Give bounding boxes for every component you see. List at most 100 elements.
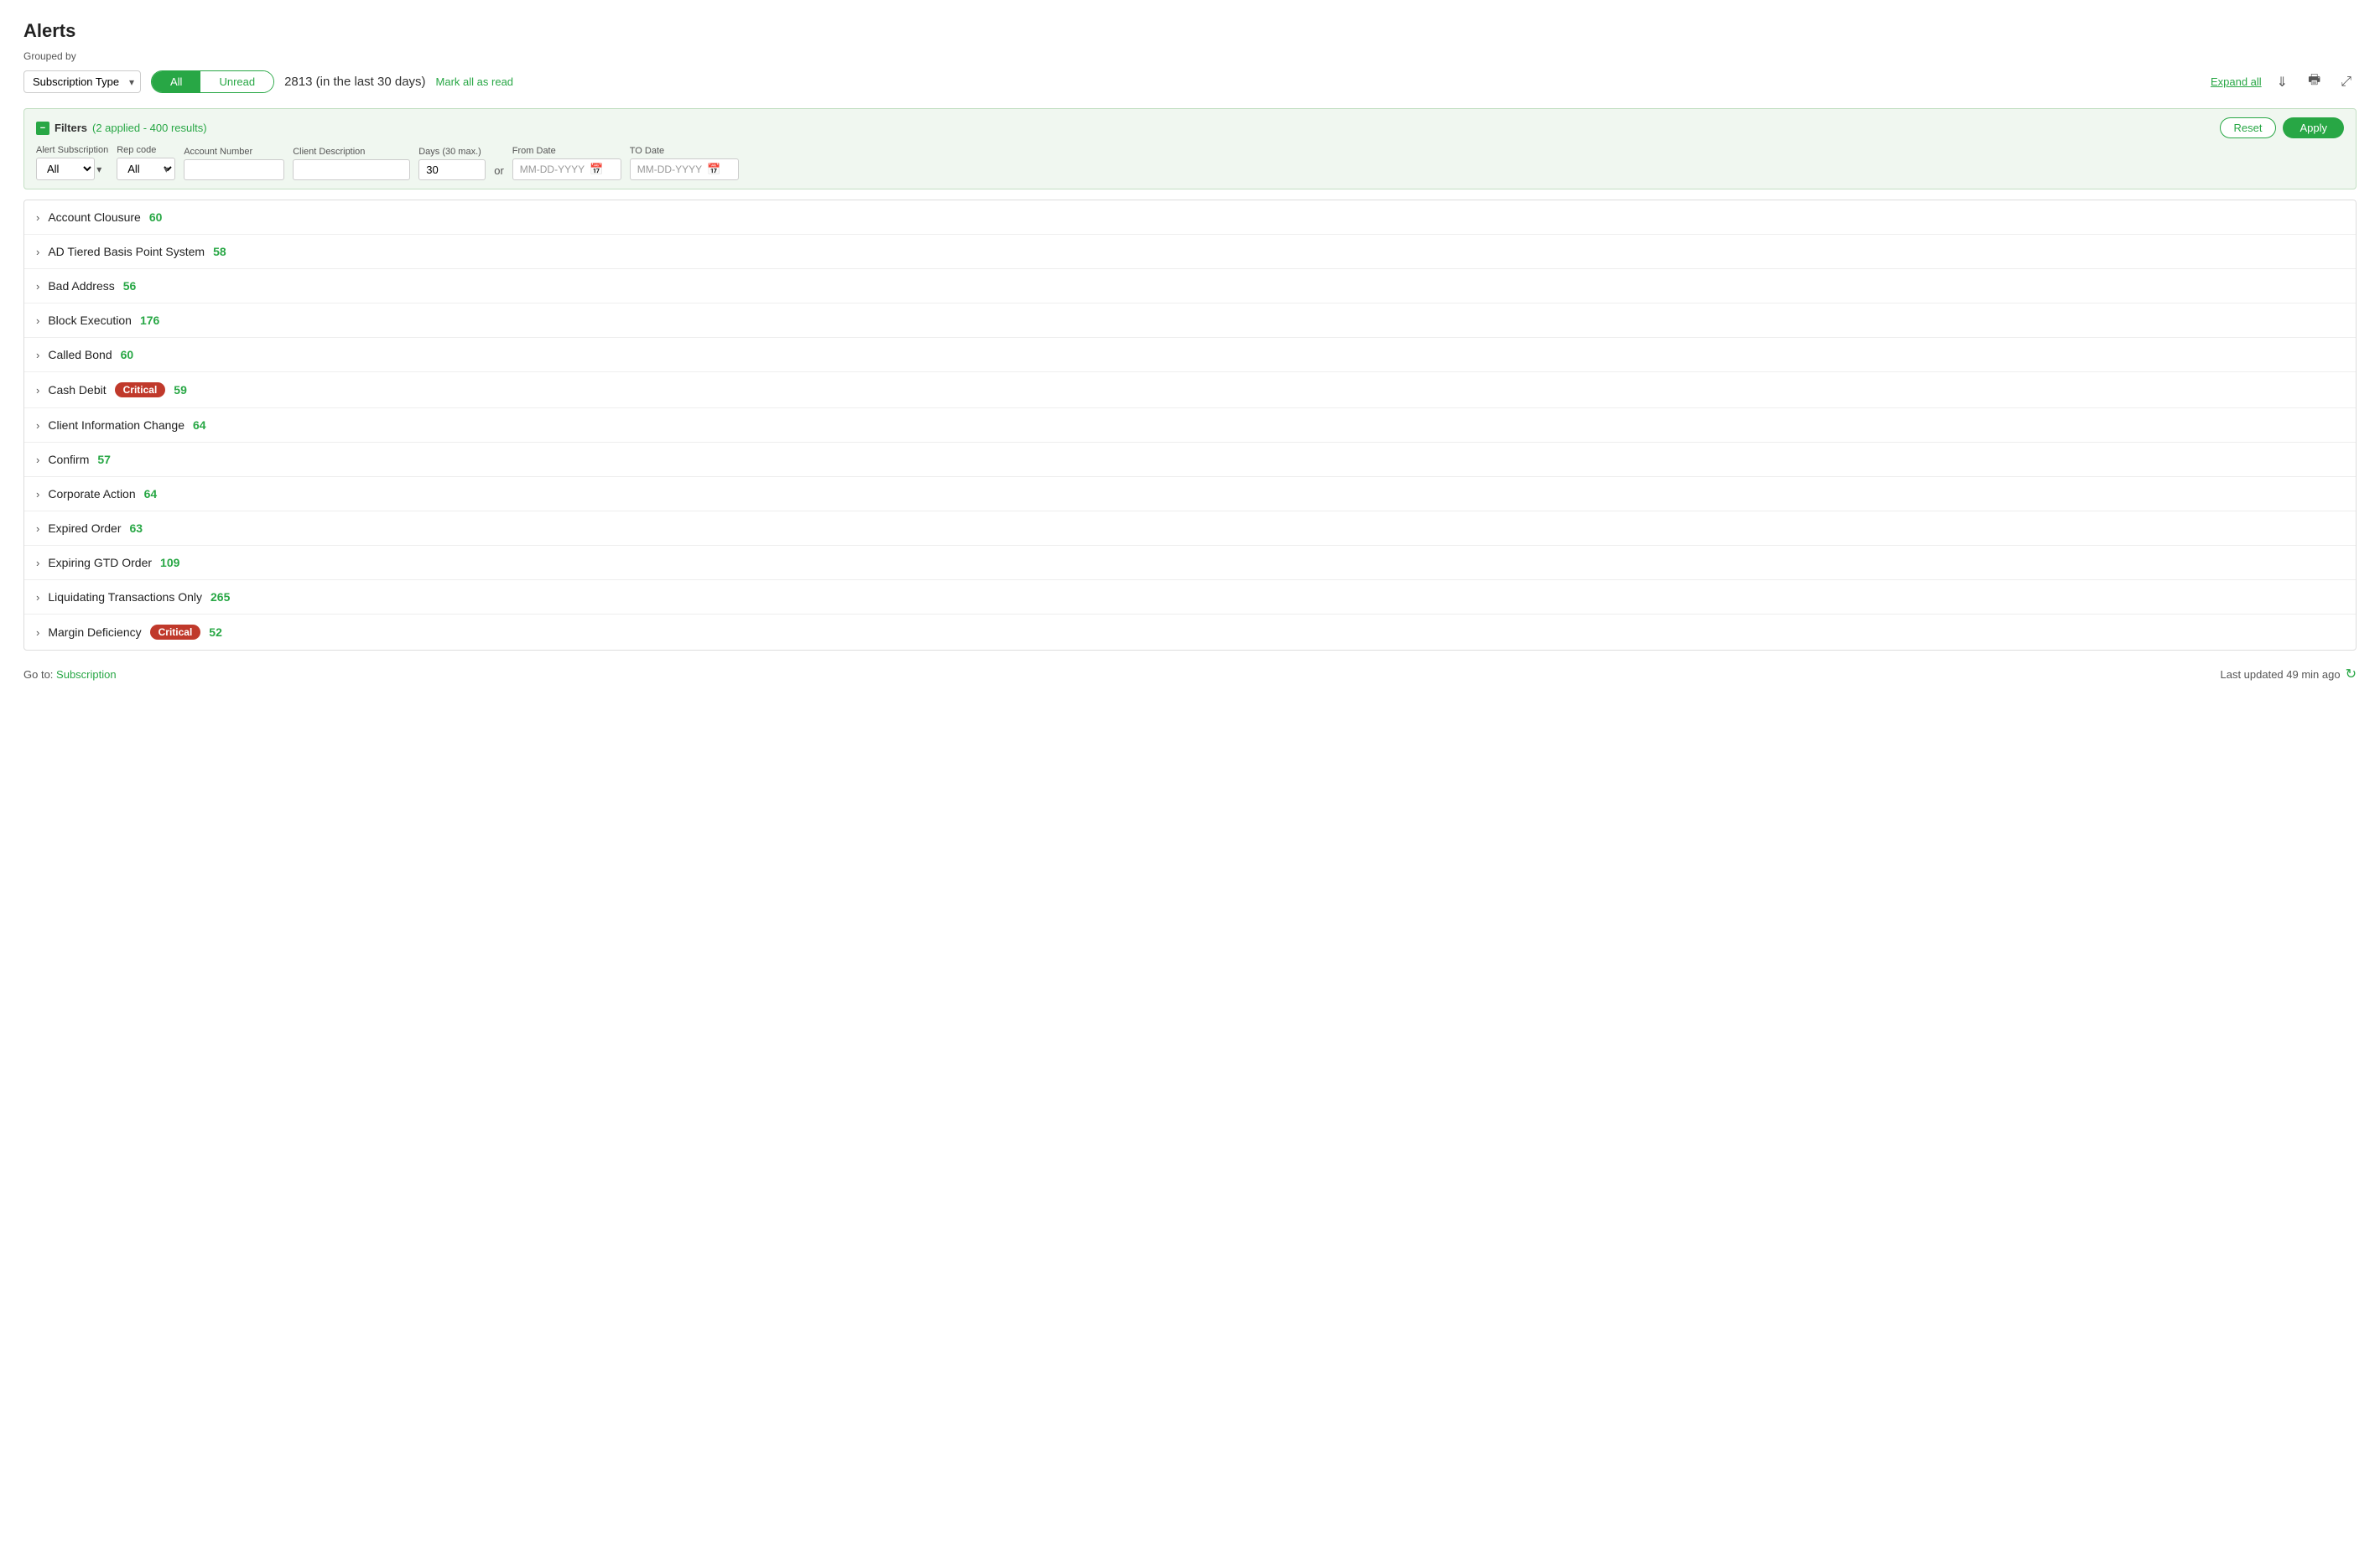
alert-row[interactable]: ›Liquidating Transactions Only265	[24, 580, 2356, 615]
chevron-right-icon: ›	[36, 591, 39, 604]
top-bar: Subscription Type All Unread 2813 (in th…	[23, 67, 2357, 96]
filter-actions: Reset Apply	[2220, 117, 2345, 138]
alert-row[interactable]: › Margin Deficiency Critical 52	[24, 615, 2356, 650]
download-button[interactable]: ⇓	[2272, 70, 2293, 94]
client-description-input[interactable]	[293, 159, 410, 180]
alert-row[interactable]: ›AD Tiered Basis Point System58	[24, 235, 2356, 269]
grouped-by-label: Grouped by	[23, 50, 2357, 62]
subscription-type-select[interactable]: Subscription Type	[23, 70, 141, 93]
account-number-input[interactable]	[184, 159, 284, 180]
reset-button[interactable]: Reset	[2220, 117, 2277, 138]
chevron-right-icon: ›	[36, 626, 39, 639]
days-field: Days (30 max.)	[418, 147, 486, 180]
filters-text: Filters	[55, 122, 87, 134]
alert-row[interactable]: › Account Clousure 60	[24, 200, 2356, 235]
rep-code-field: Rep code All	[117, 145, 175, 180]
count-suffix: (in the last 30 days)	[312, 75, 425, 89]
alert-row[interactable]: ›Client Information Change64	[24, 408, 2356, 443]
subscription-type-select-wrap: Subscription Type	[23, 70, 141, 93]
filters-bar: − Filters (2 applied - 400 results) Rese…	[23, 108, 2357, 189]
footer: Go to: Subscription Last updated 49 min …	[23, 666, 2357, 682]
alert-row[interactable]: ›Block Execution176	[24, 303, 2356, 338]
subscription-link[interactable]: Subscription	[56, 668, 117, 681]
alert-name: Account Clousure	[48, 210, 141, 224]
account-number-field: Account Number	[184, 147, 284, 180]
last-updated-text: Last updated 49 min ago	[2220, 668, 2340, 681]
critical-badge: Critical	[115, 382, 166, 397]
chevron-right-icon: ›	[36, 280, 39, 293]
alert-subscription-select-wrap: All	[36, 158, 108, 180]
from-date-label: From Date	[512, 146, 621, 156]
alert-row[interactable]: ›Cash DebitCritical59	[24, 372, 2356, 408]
alert-row[interactable]: ›Bad Address56	[24, 269, 2356, 303]
alert-row[interactable]: ›Expiring GTD Order109	[24, 546, 2356, 580]
to-date-input[interactable]: MM-DD-YYYY 📅	[630, 158, 739, 180]
alert-count-number: 56	[123, 279, 137, 293]
alert-row[interactable]: ›Confirm57	[24, 443, 2356, 477]
unread-toggle-btn[interactable]: Unread	[200, 71, 273, 92]
chevron-right-icon: ›	[36, 488, 39, 501]
alert-name: Liquidating Transactions Only	[48, 590, 202, 604]
to-date-label: TO Date	[630, 146, 739, 156]
alert-subscription-label: Alert Subscription	[36, 145, 108, 155]
alert-name: Corporate Action	[48, 487, 135, 501]
filter-fields: Alert Subscription All Rep code All Acco…	[36, 145, 2344, 180]
alert-count-number: 52	[209, 625, 222, 639]
chevron-right-icon: ›	[36, 384, 39, 397]
all-toggle-btn[interactable]: All	[152, 71, 200, 92]
days-input[interactable]	[418, 159, 486, 180]
all-unread-toggle: All Unread	[151, 70, 274, 93]
mark-all-read-link[interactable]: Mark all as read	[436, 75, 513, 88]
rep-code-select[interactable]: All	[117, 158, 175, 180]
alert-count-number: 59	[174, 383, 187, 397]
count-number: 2813	[284, 75, 312, 89]
chevron-right-icon: ›	[36, 557, 39, 569]
alert-name: AD Tiered Basis Point System	[48, 245, 205, 258]
page-title: Alerts	[23, 20, 2357, 42]
filters-applied-text: (2 applied - 400 results)	[92, 122, 207, 134]
from-date-placeholder: MM-DD-YYYY	[520, 163, 585, 175]
alert-count-number: 60	[149, 210, 163, 224]
or-label: or	[494, 164, 504, 180]
to-date-placeholder: MM-DD-YYYY	[637, 163, 702, 175]
footer-right: Last updated 49 min ago ↻	[2220, 666, 2357, 682]
alert-name: Margin Deficiency	[48, 625, 141, 639]
chevron-right-icon: ›	[36, 246, 39, 258]
client-description-label: Client Description	[293, 147, 410, 157]
chevron-right-icon: ›	[36, 522, 39, 535]
print-icon: 🖶	[2308, 73, 2320, 87]
print-button[interactable]: 🖶	[2303, 67, 2325, 96]
critical-badge: Critical	[150, 625, 201, 640]
alert-subscription-field: Alert Subscription All	[36, 145, 108, 180]
alert-count-number: 63	[130, 521, 143, 535]
chevron-right-icon: ›	[36, 211, 39, 224]
alert-row[interactable]: › Corporate Action 64	[24, 477, 2356, 511]
external-link-icon: ⤢	[2341, 75, 2351, 89]
alert-row[interactable]: › Called Bond 60	[24, 338, 2356, 372]
alert-name: Client Information Change	[48, 418, 184, 432]
alert-count-number: 64	[193, 418, 206, 432]
rep-code-label: Rep code	[117, 145, 175, 155]
refresh-icon[interactable]: ↻	[2346, 666, 2357, 682]
alert-row[interactable]: ›Expired Order63	[24, 511, 2356, 546]
alerts-list: › Account Clousure 60 › AD Tiered Basis Poin…	[23, 200, 2357, 651]
chevron-right-icon: ›	[36, 349, 39, 361]
alert-count-number: 60	[121, 348, 134, 361]
apply-button[interactable]: Apply	[2283, 117, 2344, 138]
from-date-input[interactable]: MM-DD-YYYY 📅	[512, 158, 621, 180]
days-label: Days (30 max.)	[418, 147, 486, 157]
external-link-button[interactable]: ⤢	[2336, 71, 2357, 93]
filters-header: − Filters (2 applied - 400 results) Rese…	[36, 117, 2344, 138]
alert-count-number: 64	[144, 487, 158, 501]
alert-subscription-select[interactable]: All	[36, 158, 95, 180]
rep-code-select-wrap: All	[117, 158, 175, 180]
alert-name: Called Bond	[48, 348, 112, 361]
download-icon: ⇓	[2277, 75, 2288, 90]
alert-count: 2813 (in the last 30 days)	[284, 75, 425, 89]
alert-count-number: 109	[160, 556, 179, 569]
from-date-field: From Date MM-DD-YYYY 📅	[512, 146, 621, 180]
expand-all-button[interactable]: Expand all	[2211, 75, 2262, 88]
from-date-calendar-icon: 📅	[590, 163, 603, 176]
filter-icon: −	[36, 122, 49, 135]
to-date-field: TO Date MM-DD-YYYY 📅	[630, 146, 739, 180]
